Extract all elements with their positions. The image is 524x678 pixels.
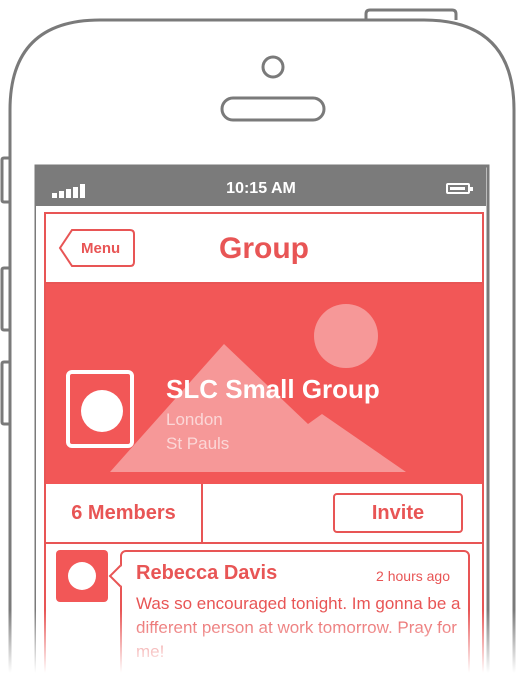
group-avatar [66,370,134,448]
invite-button[interactable]: Invite [333,493,463,533]
status-bar: 10:15 AM [36,166,486,206]
avatar-icon [68,562,96,590]
camera-icon [261,55,285,79]
group-name: SLC Small Group [166,374,380,404]
stats-bar: 6 Members Invite [46,484,482,544]
group-venue: St Pauls [166,434,230,453]
avatar-icon [81,390,123,432]
status-time: 10:15 AM [226,180,296,197]
group-location: London [166,410,223,429]
phone-screen: 10:15 AM Menu Group SLC Small Group Lond… [36,166,486,678]
members-count[interactable]: 6 Members [46,484,203,542]
author-name[interactable]: Rebecca Davis [136,562,277,585]
post-time: 2 hours ago [376,568,450,584]
battery-icon [446,183,473,194]
nav-bar: Menu Group [46,214,482,284]
speaker-icon [220,96,326,122]
page-title: Group [219,232,309,265]
bubble-tail [108,564,132,588]
group-app: Menu Group SLC Small Group London St Pau… [44,212,484,678]
group-header: SLC Small Group London St Pauls [46,284,482,484]
bottom-fade [0,610,524,678]
author-avatar[interactable] [56,550,108,602]
